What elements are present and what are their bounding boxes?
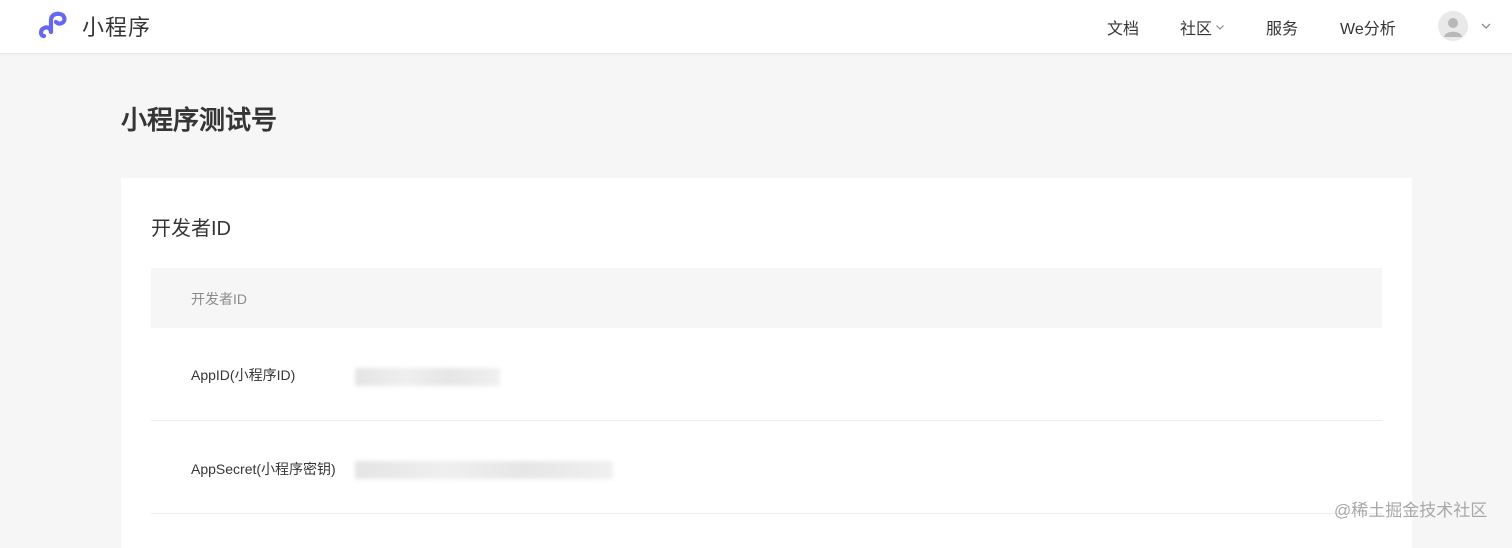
nav-services-label: 服务 [1266,21,1299,38]
nav-we-analytics-label: We分析 [1340,21,1396,38]
user-avatar-icon[interactable] [1438,11,1468,41]
watermark: @稀土掘金技术社区 [1334,501,1488,520]
table-row-appid: AppID(小程序ID) [151,328,1382,421]
appsecret-label: AppSecret(小程序密钥) [191,461,336,477]
nav-community[interactable]: 社区 [1180,15,1225,39]
nav-community-label: 社区 [1180,21,1213,38]
appsecret-value-blurred [355,461,613,479]
nav-docs[interactable]: 文档 [1107,15,1139,39]
table-row-appsecret: AppSecret(小程序密钥) [151,421,1382,514]
chevron-down-icon [1216,25,1224,30]
developer-id-card: 开发者ID 开发者ID AppID(小程序ID) AppSecret(小程序密钥… [121,178,1412,548]
nav-we-analytics[interactable]: We分析 [1340,15,1396,39]
appid-label: AppID(小程序ID) [191,367,296,383]
top-navbar: 小程序 文档 社区 服务 We分析 [0,0,1512,54]
appid-value-blurred [355,368,500,386]
table-header: 开发者ID [151,268,1382,328]
page-title: 小程序测试号 [121,105,278,135]
account-chevron-down-icon[interactable] [1480,21,1492,31]
nav-services[interactable]: 服务 [1266,15,1298,39]
card-title: 开发者ID [151,218,231,240]
nav-docs-label: 文档 [1107,21,1140,38]
avatar-silhouette-icon [1444,18,1462,37]
main-nav: 文档 社区 服务 We分析 [0,0,1512,54]
table-header-label: 开发者ID [191,291,247,307]
